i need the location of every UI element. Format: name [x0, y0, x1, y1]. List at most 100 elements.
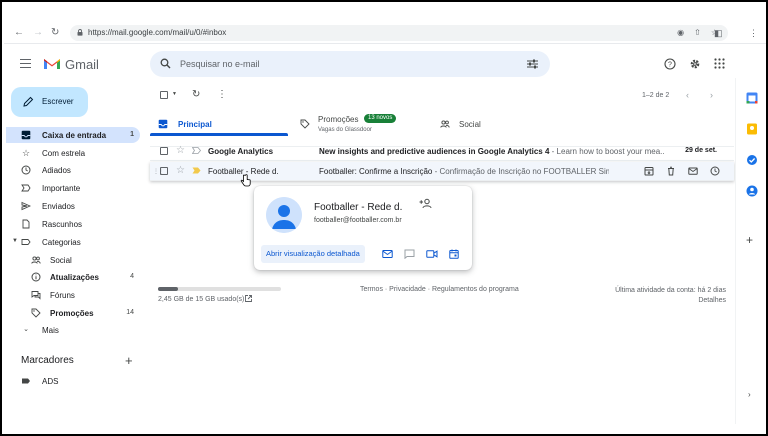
- star-icon[interactable]: ☆: [176, 145, 185, 156]
- sidebar-item-label: Mais: [42, 326, 59, 335]
- external-link-icon[interactable]: [244, 294, 253, 303]
- sidebar-item-label: Enviados: [42, 202, 75, 211]
- browser-bar: ← → ↻ https://mail.google.com/mail/u/0/#…: [4, 4, 766, 44]
- pencil-icon: [23, 96, 34, 107]
- more-options-icon[interactable]: ⋮: [217, 89, 227, 100]
- get-addons-icon[interactable]: +: [746, 233, 753, 247]
- view-icon[interactable]: ◉: [677, 28, 684, 37]
- sidebar-item-label: Promoções: [50, 309, 94, 318]
- settings-gear-icon[interactable]: [689, 58, 701, 70]
- apps-grid-icon[interactable]: [714, 58, 725, 69]
- next-page-icon[interactable]: ›: [710, 90, 713, 100]
- url-text: https://mail.google.com/mail/u/0/#inbox: [88, 28, 227, 37]
- sidebar-item-categories[interactable]: ▼ Categorias: [6, 234, 140, 250]
- people-icon: [440, 120, 450, 128]
- help-icon[interactable]: ?: [664, 58, 676, 70]
- contact-name: Footballer - Rede d.: [314, 202, 403, 213]
- calendar-app-icon[interactable]: [746, 92, 758, 104]
- info-icon: [31, 272, 41, 282]
- hide-panel-chevron-icon[interactable]: ›: [748, 390, 751, 399]
- inbox-icon: [21, 130, 31, 140]
- sidebar-item-drafts[interactable]: Rascunhos: [6, 216, 140, 232]
- tab-primary[interactable]: Principal: [158, 113, 288, 143]
- tasks-app-icon[interactable]: [746, 154, 758, 166]
- search-options-icon[interactable]: [527, 59, 538, 69]
- inbox-icon: [158, 119, 168, 129]
- delete-icon[interactable]: [666, 166, 676, 176]
- app-name: Gmail: [65, 57, 99, 72]
- sidebar-item-label: Caixa de entrada: [42, 131, 107, 140]
- chat-icon[interactable]: [404, 249, 415, 259]
- gmail-logo-icon: [44, 59, 60, 69]
- calendar-icon[interactable]: [449, 249, 459, 259]
- sidebar-item-label: Atualizações: [50, 273, 99, 282]
- people-icon: [31, 256, 41, 264]
- sidebar-item-sent[interactable]: Enviados: [6, 198, 140, 214]
- snooze-clock-icon[interactable]: [710, 166, 720, 176]
- refresh-icon[interactable]: ↻: [192, 89, 200, 100]
- search-icon[interactable]: [160, 58, 171, 69]
- sidebar-item-inbox[interactable]: Caixa de entrada 1: [6, 127, 140, 143]
- email-envelope-icon[interactable]: [382, 249, 393, 259]
- tab-social[interactable]: Social: [440, 113, 540, 143]
- search-input[interactable]: [180, 57, 520, 71]
- email-subject: New insights and predictive audiences in…: [319, 147, 665, 156]
- email-subject: Footballer: Confirme a Inscrição - Confi…: [319, 167, 609, 176]
- email-row[interactable]: ⋮⋮ ☆ Footballer - Rede d. Footballer: Co…: [150, 162, 734, 181]
- email-row[interactable]: ☆ Google Analytics New insights and pred…: [150, 142, 734, 161]
- sidebar-item-count: 1: [130, 131, 134, 138]
- side-apps-panel: + ›: [735, 78, 766, 424]
- add-contact-icon[interactable]: [419, 198, 432, 209]
- sidebar-item-snoozed[interactable]: Adiados: [6, 162, 140, 178]
- contacts-app-icon[interactable]: [746, 185, 758, 197]
- sidebar-item-social[interactable]: Social: [6, 252, 140, 268]
- compose-button[interactable]: Escrever: [11, 87, 88, 117]
- select-all-checkbox[interactable]: [160, 91, 168, 101]
- main-menu-icon[interactable]: [20, 59, 31, 69]
- sidebar-item-forums[interactable]: Fóruns: [6, 287, 140, 303]
- split-view-icon[interactable]: ◧: [714, 28, 723, 39]
- row-checkbox[interactable]: [160, 167, 168, 177]
- open-detail-view-button[interactable]: Abrir visualização detalhada: [261, 245, 365, 263]
- browser-menu-icon[interactable]: ⋮: [749, 28, 758, 39]
- account-activity: Última atividade da conta: há 2 dias Det…: [615, 286, 726, 306]
- important-marker-icon[interactable]: [192, 167, 201, 174]
- storage-usage-bar: [158, 287, 281, 291]
- star-icon[interactable]: ☆: [176, 165, 185, 176]
- back-arrow-icon[interactable]: ←: [14, 28, 24, 38]
- sidebar-item-label: Importante: [42, 184, 81, 193]
- sidebar-item-label: Rascunhos: [42, 220, 83, 229]
- forward-arrow-icon[interactable]: →: [33, 28, 43, 38]
- add-label-icon[interactable]: +: [125, 353, 133, 368]
- sidebar-item-starred[interactable]: ☆ Com estrela: [6, 145, 140, 161]
- sidebar-item-important[interactable]: Importante: [6, 180, 140, 196]
- lock-icon: [77, 29, 83, 36]
- details-link[interactable]: Detalhes: [615, 296, 726, 306]
- video-call-icon[interactable]: [426, 249, 438, 259]
- sidebar-item-updates[interactable]: Atualizações 4: [6, 269, 140, 285]
- row-checkbox[interactable]: [160, 147, 168, 157]
- share-icon[interactable]: ⇧: [694, 28, 701, 37]
- mark-read-icon[interactable]: [688, 166, 698, 176]
- reload-icon[interactable]: ↻: [51, 28, 59, 38]
- footer-links[interactable]: Termos · Privacidade · Regulamentos do p…: [360, 286, 519, 293]
- prev-page-icon[interactable]: ‹: [686, 90, 689, 100]
- sidebar-item-label: Social: [50, 256, 72, 265]
- keep-app-icon[interactable]: [746, 123, 758, 135]
- email-snippet: - Learn how to boost your mea...: [549, 147, 665, 156]
- sidebar-item-promotions[interactable]: Promoções 14: [6, 305, 140, 321]
- sidebar-item-more[interactable]: ⌄ Mais: [6, 322, 140, 338]
- tab-label: Social: [459, 120, 481, 129]
- archive-icon[interactable]: [644, 166, 654, 176]
- important-marker-icon[interactable]: [192, 147, 201, 154]
- address-bar[interactable]: https://mail.google.com/mail/u/0/#inbox …: [70, 25, 728, 41]
- email-sender: Google Analytics: [208, 147, 274, 156]
- search-bar[interactable]: [150, 51, 550, 77]
- sidebar-label-ads[interactable]: ADS: [6, 373, 140, 389]
- caret-down-icon[interactable]: ▼: [12, 238, 18, 244]
- sidebar-item-count: 4: [130, 273, 134, 280]
- select-dropdown-icon[interactable]: ▼: [172, 91, 177, 97]
- avatar: [266, 197, 302, 233]
- send-icon: [21, 201, 31, 211]
- star-icon: ☆: [21, 148, 31, 158]
